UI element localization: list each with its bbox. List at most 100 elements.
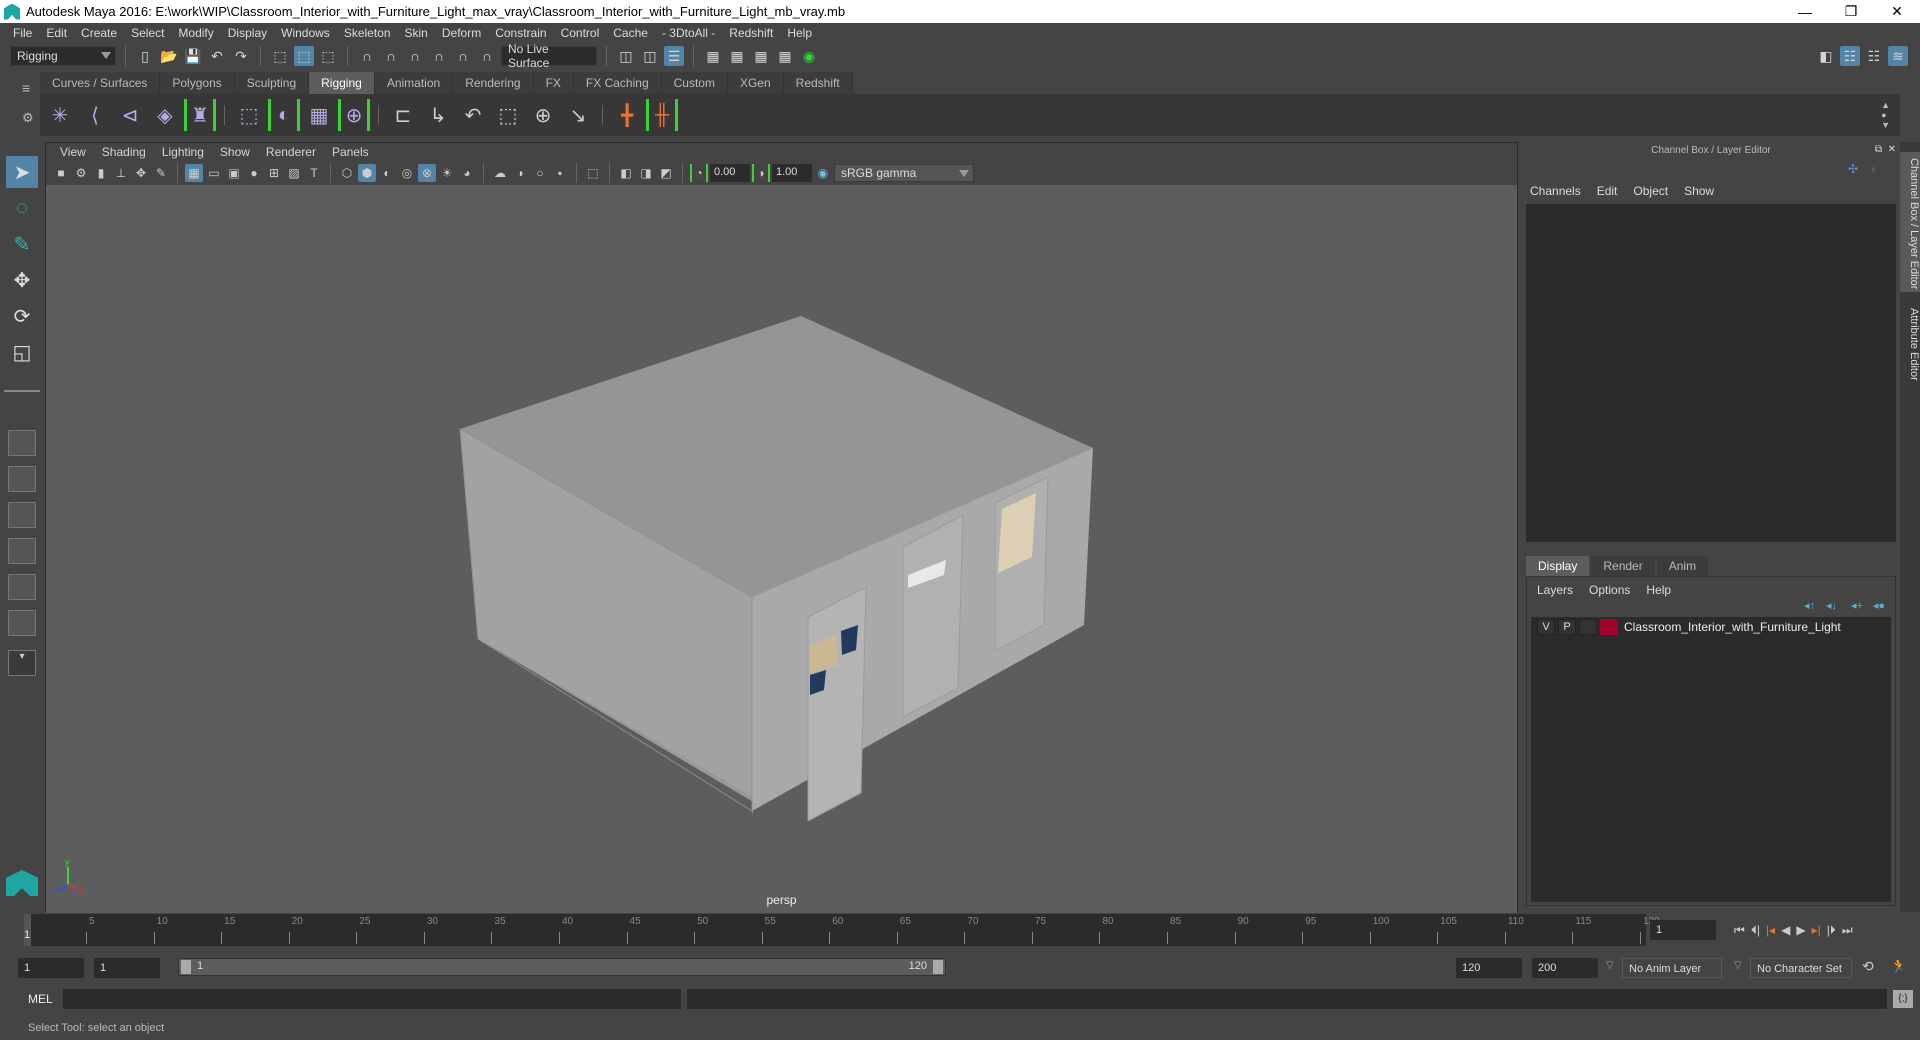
point-constraint-icon[interactable]: ↳ <box>422 99 454 131</box>
resolution-gate-icon[interactable]: ▣ <box>225 164 243 182</box>
menu-edit[interactable]: Edit <box>39 26 74 40</box>
open-scene-icon[interactable]: 📂 <box>159 46 179 66</box>
render-frame-icon[interactable]: ▦ <box>727 46 747 66</box>
xray-icon[interactable]: ◧ <box>617 164 635 182</box>
vp-menu-panels[interactable]: Panels <box>324 145 377 159</box>
bookmark-icon[interactable]: ▮ <box>92 164 110 182</box>
go-to-end-icon[interactable]: ⏭ <box>1842 923 1853 938</box>
character-set-dropdown[interactable]: No Character Set <box>1750 958 1852 978</box>
auto-key-icon[interactable]: ⟲ <box>1862 958 1874 975</box>
animation-end-field[interactable]: 200 <box>1532 958 1598 978</box>
humanik-skeleton-icon[interactable]: ♜ <box>184 99 216 131</box>
exposure-field[interactable]: 0.00 <box>710 164 750 182</box>
shelf-tab-xgen[interactable]: XGen <box>727 72 784 94</box>
menu-create[interactable]: Create <box>74 26 124 40</box>
manipulator-icon[interactable]: ✣ <box>1848 162 1858 176</box>
close-button[interactable]: ✕ <box>1874 0 1920 23</box>
select-object-icon[interactable]: ⬚ <box>294 46 314 66</box>
view-transform-dropdown[interactable]: sRGB gamma <box>834 164 974 182</box>
chbox-menu-object[interactable]: Object <box>1633 184 1668 198</box>
menu-control[interactable]: Control <box>554 26 607 40</box>
layer-menu-layers[interactable]: Layers <box>1537 583 1573 597</box>
shelf-scroll-arrows[interactable]: ▲ ● ▼ <box>1881 100 1890 130</box>
attribute-editor-icon[interactable]: ☷ <box>1840 46 1860 66</box>
shelf-tab-polygons[interactable]: Polygons <box>160 72 235 94</box>
command-input[interactable] <box>63 989 681 1009</box>
textured-icon[interactable]: ⊗ <box>418 164 436 182</box>
menu-file[interactable]: File <box>6 26 39 40</box>
menu-redshift[interactable]: Redshift <box>722 26 780 40</box>
layer-row[interactable]: V P Classroom_Interior_with_Furniture_Li… <box>1531 617 1891 637</box>
persp-graph-outliner-layout-button[interactable] <box>8 610 36 636</box>
render-view-icon[interactable]: ▦ <box>703 46 723 66</box>
ik-spline-icon[interactable]: ⊲ <box>114 99 146 131</box>
chbox-menu-edit[interactable]: Edit <box>1597 184 1618 198</box>
skin-bind-icon[interactable]: ◈ <box>149 99 181 131</box>
tool-settings-icon[interactable]: ☷ <box>1864 46 1884 66</box>
persp-outliner-layout-button[interactable] <box>8 502 36 528</box>
parent-constraint-icon[interactable]: ⊏ <box>387 99 419 131</box>
speed-icon[interactable]: ◐ <box>1871 162 1878 176</box>
time-slider[interactable]: 1 5 10 15 20 25 30 35 40 45 50 55 60 65 70 75 80 85 90 95 1… <box>24 914 1660 946</box>
menu-display[interactable]: Display <box>221 26 274 40</box>
play-forwards-icon[interactable]: ▶ <box>1796 923 1805 937</box>
lasso-tool-icon[interactable]: ◌ <box>6 192 38 224</box>
rotate-tool-icon[interactable]: ⟳ <box>6 300 38 332</box>
layer-playback-toggle[interactable]: P <box>1558 619 1576 635</box>
depth-of-field-icon[interactable]: ▪ <box>551 164 569 182</box>
live-surface-field[interactable]: No Live Surface <box>501 42 597 70</box>
playback-end-field[interactable]: 120 <box>1456 958 1522 978</box>
vp-menu-shading[interactable]: Shading <box>94 145 154 159</box>
side-tab-channel-box[interactable]: Channel Box / Layer Editor <box>1900 152 1920 292</box>
step-back-frame-icon[interactable]: ⏴| <box>1751 923 1760 938</box>
layer-menu-options[interactable]: Options <box>1589 583 1630 597</box>
output-ops-icon[interactable]: ◫ <box>640 46 660 66</box>
orient-constraint-icon[interactable]: ↶ <box>457 99 489 131</box>
menu-help[interactable]: Help <box>780 26 819 40</box>
layer-tab-render[interactable]: Render <box>1591 556 1655 576</box>
animation-preferences-icon[interactable]: 🏃 <box>1890 958 1907 975</box>
color-management-toggle-icon[interactable]: ◉ <box>814 164 832 182</box>
new-layer-from-selected-icon[interactable]: ◂● <box>1873 599 1885 612</box>
animation-start-field[interactable]: 1 <box>18 958 84 978</box>
anti-aliasing-icon[interactable]: ○ <box>531 164 549 182</box>
playback-start-field[interactable]: 1 <box>94 958 160 978</box>
channel-box-icon[interactable]: ≋ <box>1888 46 1908 66</box>
chbox-menu-channels[interactable]: Channels <box>1530 184 1581 198</box>
persp-graph-layout-button[interactable] <box>8 538 36 564</box>
range-slider[interactable]: 1 120 <box>178 958 946 976</box>
layer-display-type-toggle[interactable] <box>1579 619 1597 635</box>
maximize-button[interactable]: ❐ <box>1828 0 1874 23</box>
channel-list[interactable] <box>1526 204 1896 542</box>
xray-components-icon[interactable]: ◩ <box>657 164 675 182</box>
gamma-field[interactable]: 1.00 <box>772 164 812 182</box>
snap-curve-icon[interactable]: ∩ <box>381 46 401 66</box>
field-chart-icon[interactable]: ⊞ <box>265 164 283 182</box>
vp-menu-view[interactable]: View <box>52 145 94 159</box>
side-tab-attribute-editor[interactable]: Attribute Editor <box>1900 302 1920 412</box>
snap-surface-icon[interactable]: ∩ <box>477 46 497 66</box>
shelf-tab-animation[interactable]: Animation <box>374 72 454 94</box>
shelf-tab-rigging[interactable]: Rigging <box>309 72 375 94</box>
snap-live-icon[interactable]: ∩ <box>453 46 473 66</box>
menu-modify[interactable]: Modify <box>171 26 220 40</box>
grease-pencil-icon[interactable]: ✎ <box>152 164 170 182</box>
shelf-tab-fx[interactable]: FX <box>533 72 574 94</box>
range-end-handle[interactable] <box>933 960 943 974</box>
shelf-tab-custom[interactable]: Custom <box>661 72 728 94</box>
joint-tool-icon[interactable]: ✳ <box>44 99 76 131</box>
vp-menu-renderer[interactable]: Renderer <box>258 145 324 159</box>
menu-skeleton[interactable]: Skeleton <box>337 26 398 40</box>
layout-more-button[interactable]: ▾ <box>8 650 36 676</box>
paint-select-tool-icon[interactable]: ✎ <box>6 228 38 260</box>
select-hierarchy-icon[interactable]: ⬚ <box>270 46 290 66</box>
layer-visibility-toggle[interactable]: V <box>1537 619 1555 635</box>
current-frame-marker[interactable]: 1 <box>24 914 31 946</box>
wireframe-icon[interactable]: ⬡ <box>338 164 356 182</box>
modeling-toolkit-icon[interactable]: ◧ <box>1816 46 1836 66</box>
menu-windows[interactable]: Windows <box>274 26 337 40</box>
isolate-select-icon[interactable]: ⬚ <box>584 164 602 182</box>
hierarchy-icon[interactable]: ╫ <box>646 99 678 131</box>
step-forward-frame-icon[interactable]: |⏵ <box>1827 923 1836 938</box>
step-back-key-icon[interactable]: |◂ <box>1766 923 1775 937</box>
